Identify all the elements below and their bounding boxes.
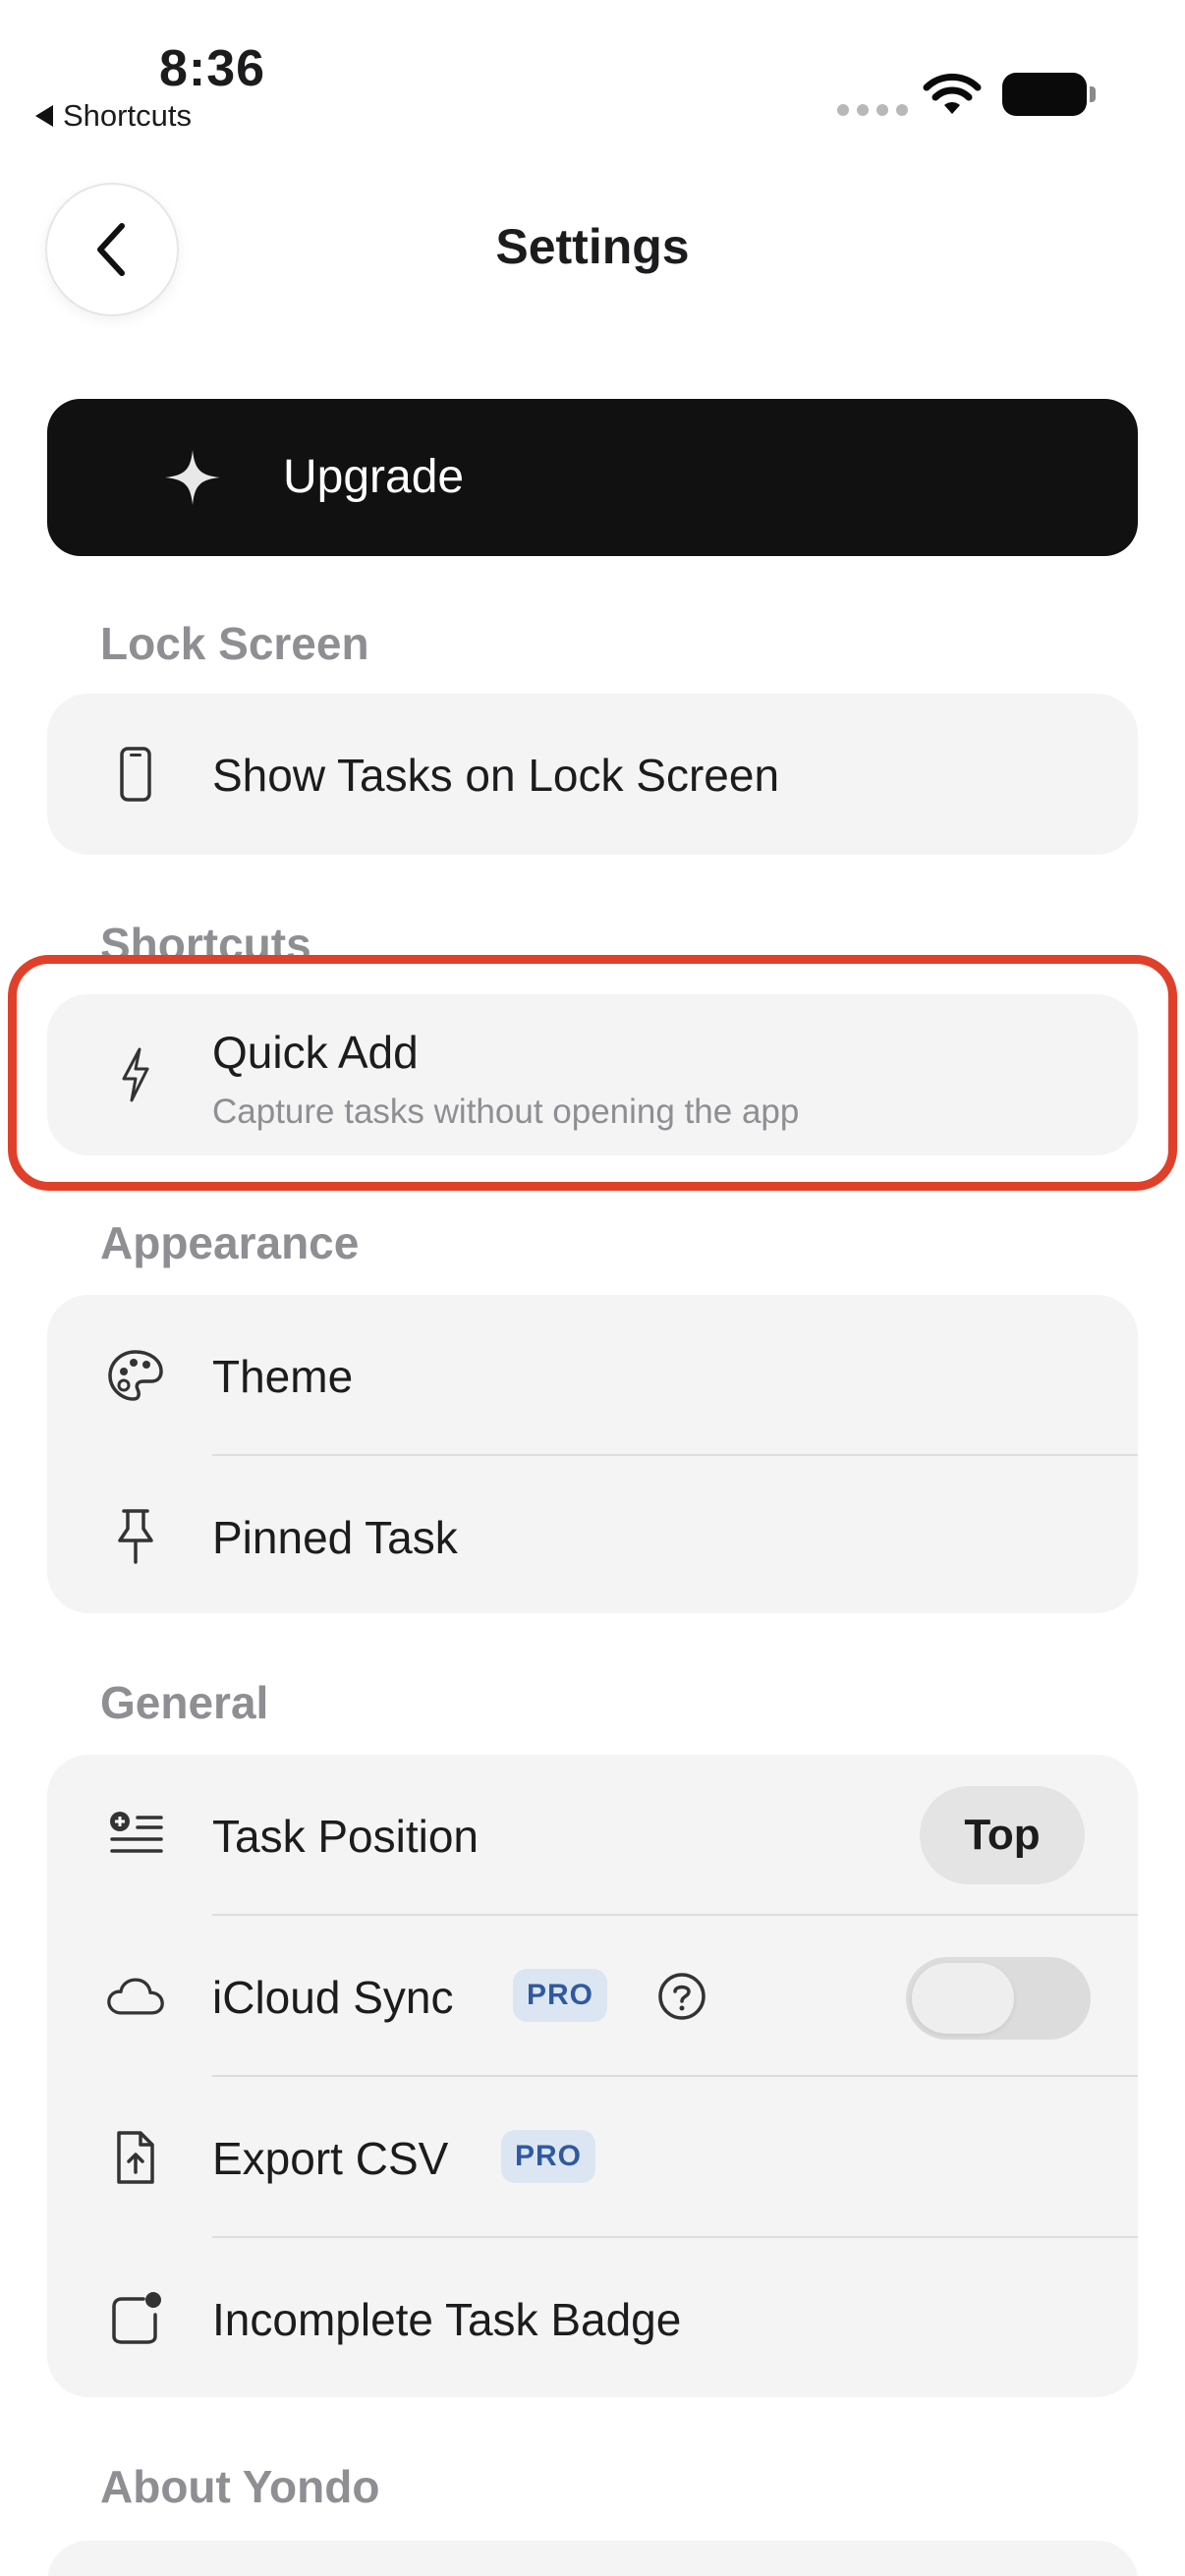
appearance-card: Theme Pinned Task bbox=[47, 1295, 1138, 1613]
help-icon[interactable] bbox=[656, 1971, 707, 2022]
row-incomplete-task-badge[interactable]: Incomplete Task Badge bbox=[47, 2238, 1138, 2399]
page-title: Settings bbox=[495, 219, 690, 274]
palette-icon bbox=[106, 1346, 165, 1405]
cloud-icon bbox=[106, 1967, 165, 2026]
cellular-signal-icon bbox=[837, 104, 908, 116]
section-title-lock-screen: Lock Screen bbox=[100, 618, 369, 669]
pro-badge: PRO bbox=[501, 2130, 596, 2183]
back-to-app-link[interactable]: Shortcuts bbox=[35, 98, 192, 134]
pro-badge: PRO bbox=[513, 1969, 608, 2022]
lock-screen-card: Show Tasks on Lock Screen bbox=[47, 694, 1138, 855]
row-label: Show Tasks on Lock Screen bbox=[212, 750, 780, 801]
section-title-general: General bbox=[100, 1677, 269, 1728]
pin-icon bbox=[106, 1507, 165, 1566]
row-label: Pinned Task bbox=[212, 1512, 458, 1563]
section-title-appearance: Appearance bbox=[100, 1217, 360, 1268]
upgrade-button[interactable]: Upgrade bbox=[47, 399, 1138, 556]
row-label: Theme bbox=[212, 1351, 354, 1402]
highlight-outline bbox=[8, 955, 1177, 1191]
phone-icon bbox=[106, 745, 165, 804]
row-label: Export CSV bbox=[212, 2133, 449, 2184]
row-pinned-task[interactable]: Pinned Task bbox=[47, 1456, 1138, 1617]
general-card: Task Position Top iCloud Sync PRO Export… bbox=[47, 1755, 1138, 2397]
status-time: 8:36 bbox=[159, 40, 266, 97]
row-label: iCloud Sync bbox=[212, 1972, 454, 2023]
icloud-sync-toggle[interactable] bbox=[906, 1957, 1091, 2040]
section-title-about: About Yondo bbox=[100, 2461, 380, 2512]
back-app-label: Shortcuts bbox=[63, 98, 192, 133]
sparkle-icon bbox=[165, 450, 220, 505]
task-position-value-button[interactable]: Top bbox=[920, 1786, 1085, 1884]
row-icloud-sync[interactable]: iCloud Sync PRO bbox=[47, 1916, 1138, 2077]
back-triangle-icon bbox=[35, 105, 53, 127]
row-label: Task Position bbox=[212, 1811, 480, 1862]
list-add-icon bbox=[106, 1806, 165, 1865]
row-label: Incomplete Task Badge bbox=[212, 2294, 682, 2345]
file-export-icon bbox=[106, 2128, 165, 2187]
battery-icon bbox=[1002, 73, 1096, 116]
about-card bbox=[47, 2541, 1138, 2576]
row-task-position[interactable]: Task Position Top bbox=[47, 1755, 1138, 1916]
upgrade-label: Upgrade bbox=[283, 451, 465, 503]
row-show-tasks-lock-screen[interactable]: Show Tasks on Lock Screen bbox=[47, 694, 1138, 855]
wifi-icon bbox=[923, 73, 982, 114]
row-theme[interactable]: Theme bbox=[47, 1295, 1138, 1456]
app-badge-icon bbox=[106, 2289, 165, 2348]
row-export-csv[interactable]: Export CSV PRO bbox=[47, 2077, 1138, 2238]
